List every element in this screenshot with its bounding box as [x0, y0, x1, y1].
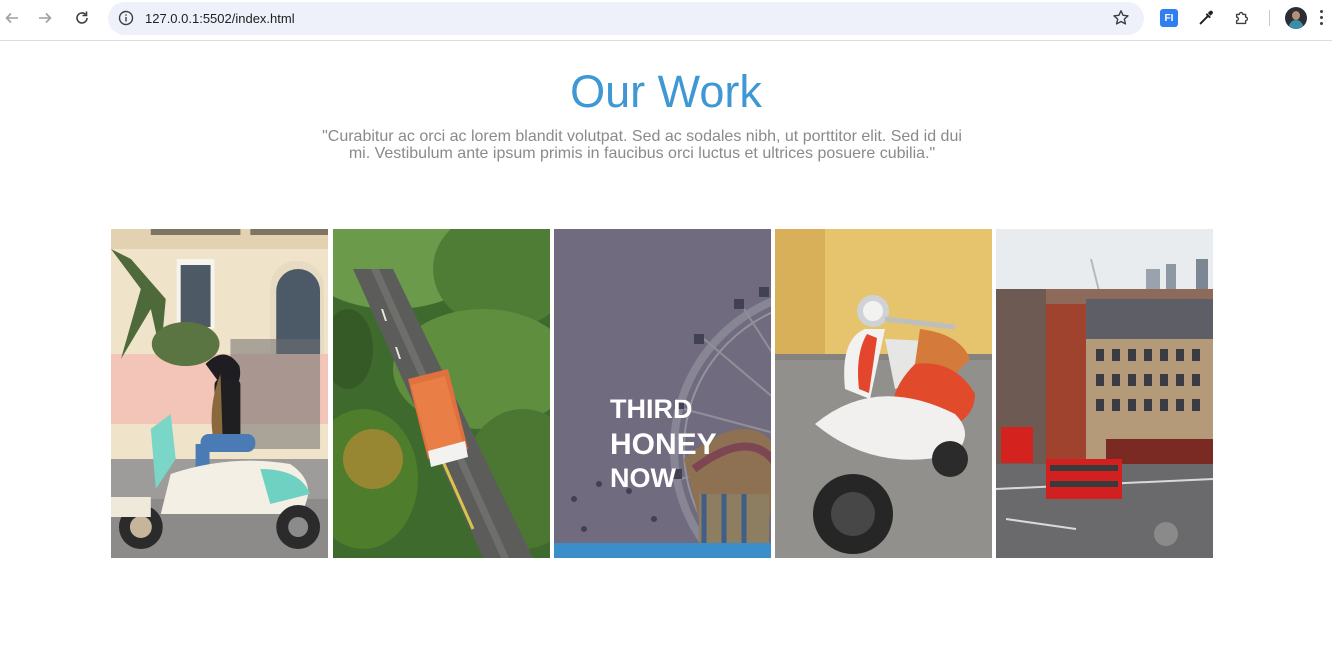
hover-accent-bar	[554, 543, 771, 558]
address-bar[interactable]: 127.0.0.1:5502/index.html	[108, 2, 1144, 35]
vespa-scooter-photo	[775, 229, 992, 558]
caption-line-2: HONEY	[610, 428, 717, 461]
back-arrow-icon[interactable]	[0, 5, 25, 31]
bus-on-road-photo	[333, 229, 550, 558]
page-subtitle: "Curabitur ac orci ac lorem blandit volu…	[322, 128, 962, 162]
gallery-item-ferris-wheel[interactable]: THIRD HONEY NOW	[554, 229, 771, 558]
fi-extension-label: FI	[1160, 9, 1178, 27]
caption-line-3: NOW	[610, 463, 676, 493]
gallery-item-bus-on-road[interactable]	[333, 229, 550, 558]
tile-caption: THIRD HONEY NOW	[610, 392, 717, 495]
gallery-item-vespa-scooter[interactable]	[775, 229, 992, 558]
gallery-item-woman-on-scooter[interactable]	[111, 229, 329, 558]
page-title: Our Work	[570, 66, 762, 117]
browser-toolbar: 127.0.0.1:5502/index.html FI	[0, 0, 1332, 41]
fi-extension-icon[interactable]: FI	[1159, 8, 1179, 28]
forward-arrow-icon[interactable]	[32, 5, 58, 31]
more-menu-icon[interactable]	[1320, 10, 1324, 26]
toolbar-divider	[1269, 10, 1270, 26]
work-gallery: THIRD HONEY NOW	[111, 229, 1213, 558]
woman-on-scooter-photo	[111, 229, 328, 558]
url-text[interactable]: 127.0.0.1:5502/index.html	[145, 11, 295, 26]
london-street-photo	[996, 229, 1213, 558]
reload-icon[interactable]	[69, 5, 95, 31]
site-info-icon[interactable]	[118, 10, 134, 26]
gallery-item-london-street[interactable]	[996, 229, 1213, 558]
bookmark-star-icon[interactable]	[1112, 9, 1130, 27]
eyedropper-icon[interactable]	[1196, 8, 1216, 28]
extensions-puzzle-icon[interactable]	[1232, 8, 1252, 28]
profile-avatar[interactable]	[1285, 7, 1307, 29]
caption-line-1: THIRD	[610, 394, 693, 424]
